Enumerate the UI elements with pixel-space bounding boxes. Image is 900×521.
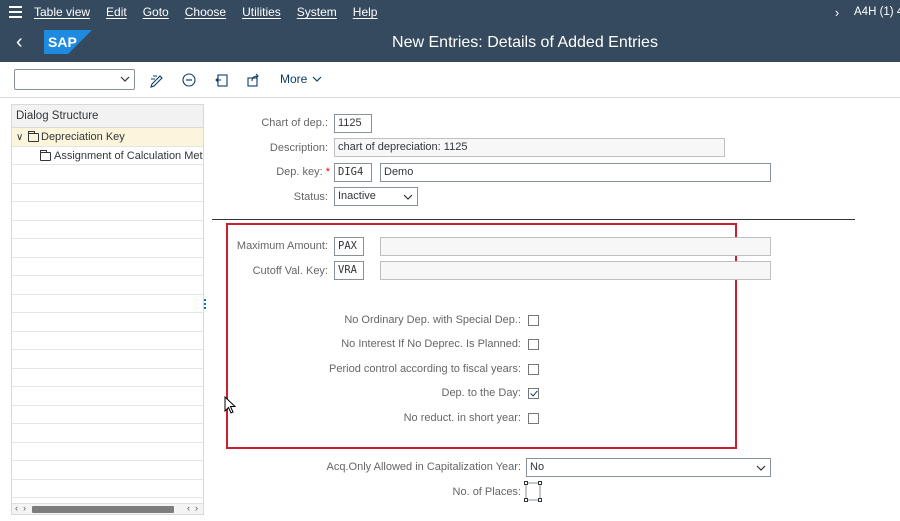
scroll-left-icon[interactable]: ‹ [187,503,190,513]
tree-expand-icon[interactable]: ∨ [16,129,23,147]
tree-empty-row [12,406,203,424]
status-select[interactable]: Inactive [334,187,418,206]
more-button[interactable]: More [280,72,322,86]
dialog-structure-panel: Dialog Structure ∨ Depreciation Key Assi… [11,104,204,515]
menu-bar: Table view Edit Goto Choose Utilities Sy… [0,0,900,24]
description-label: Description: [269,142,328,154]
scrollbar-thumb[interactable] [32,506,174,513]
tree-empty-row [12,480,203,498]
scroll-left-icon[interactable]: ‹ [15,503,18,513]
no-of-places-label: No. of Places: [452,486,521,498]
dialog-structure-tree: ∨ Depreciation Key Assignment of Calcula… [12,128,204,498]
dep-key-code-field[interactable]: DIG4 [334,163,372,182]
menu-right-area: › A4H (1) 40 [824,0,900,24]
tree-item-depreciation-key[interactable]: ∨ Depreciation Key [12,128,203,147]
cutoff-val-key-label: Cutoff Val. Key: [252,265,328,277]
status-label: Status: [293,191,328,203]
chevron-right-icon[interactable]: › [824,5,850,20]
chevron-down-icon [403,194,413,200]
description-field: chart of depreciation: 1125 [334,138,725,157]
menu-goto[interactable]: Goto [135,0,177,24]
mouse-cursor-icon [224,396,236,414]
dep-to-the-day-checkbox[interactable] [528,388,539,399]
tree-empty-row [12,461,203,480]
panel-splitter-handle[interactable] [204,299,207,311]
no-ordinary-dep-checkbox[interactable] [528,315,539,326]
no-of-places-field[interactable] [524,481,542,502]
tree-empty-row [12,424,203,443]
more-button-label: More [280,72,308,86]
tree-empty-row [12,350,203,369]
no-reduct-short-year-checkbox[interactable] [528,413,539,424]
period-control-label: Period control according to fiscal years… [329,363,521,375]
tree-empty-row [12,295,203,313]
tree-empty-row [12,239,203,258]
tree-empty-row [12,258,203,276]
tree-item-assignment-calculation[interactable]: Assignment of Calculation Metho [12,147,204,165]
cutoff-val-key-code-field[interactable]: VRA [334,261,364,280]
section-divider [212,219,855,220]
command-field-select[interactable] [14,69,135,90]
acq-only-select[interactable]: No [526,458,771,477]
horizontal-scrollbar[interactable]: ‹ › ‹ › [12,503,203,514]
tree-item-label: Depreciation Key [41,131,125,143]
chart-of-dep-label: Chart of dep.: [261,117,328,129]
menu-choose[interactable]: Choose [177,0,234,24]
tree-empty-row [12,332,203,350]
acq-only-select-value: No [530,461,545,473]
no-ordinary-dep-label: No Ordinary Dep. with Special Dep.: [344,314,521,326]
menu-edit[interactable]: Edit [98,0,135,24]
chevron-down-icon [120,76,130,82]
minus-circle-icon[interactable] [179,70,199,90]
folder-icon [40,149,51,161]
tree-empty-row [12,184,203,202]
tree-item-label: Assignment of Calculation Metho [54,149,204,162]
menu-help[interactable]: Help [345,0,386,24]
maximum-amount-code-field[interactable]: PAX [334,237,364,256]
toolbar: More [0,62,900,98]
edit-pencil-icon[interactable] [147,70,167,90]
no-interest-checkbox[interactable] [528,339,539,350]
scroll-right-icon[interactable]: › [23,503,26,513]
tree-empty-row [12,276,203,295]
required-marker: * [325,166,330,178]
tree-empty-row [12,387,203,406]
no-reduct-short-year-label: No reduct. in short year: [403,412,521,424]
status-select-value: Inactive [338,190,376,202]
tree-empty-row [12,369,203,387]
dep-to-the-day-label: Dep. to the Day: [441,387,522,399]
acq-only-label: Acq.Only Allowed in Capitalization Year: [326,461,521,473]
tree-empty-row [12,221,203,239]
hamburger-menu-icon[interactable] [0,0,30,24]
dep-key-label: Dep. key: * [276,166,330,178]
menu-system[interactable]: System [289,0,345,24]
menu-table-view[interactable]: Table view [30,0,98,24]
chevron-down-icon [756,465,766,471]
open-folder-icon [28,131,39,142]
tree-empty-row [12,443,203,461]
menu-utilities[interactable]: Utilities [234,0,289,24]
no-interest-label: No Interest If No Deprec. Is Planned: [341,338,521,350]
chart-of-dep-field[interactable]: 1125 [334,114,372,133]
export-icon[interactable] [212,70,232,90]
period-control-checkbox[interactable] [528,364,539,375]
maximum-amount-label: Maximum Amount: [236,240,328,252]
shell-header: ‹ SAP New Entries: Details of Added Entr… [0,24,900,62]
dep-key-text-field[interactable]: Demo [380,163,771,182]
system-info: A4H (1) 40 [854,6,900,18]
maximum-amount-text-field [380,237,771,256]
scroll-right-icon[interactable]: › [195,503,198,513]
tree-empty-row [12,165,203,184]
cutoff-val-key-text-field [380,261,771,280]
page-title: New Entries: Details of Added Entries [392,34,658,51]
tree-empty-row [12,202,203,221]
dialog-structure-title: Dialog Structure [12,105,203,128]
tree-empty-row [12,313,203,332]
dep-key-label-text: Dep. key: [276,166,323,178]
share-icon[interactable] [243,70,263,90]
chevron-down-icon [312,76,322,82]
